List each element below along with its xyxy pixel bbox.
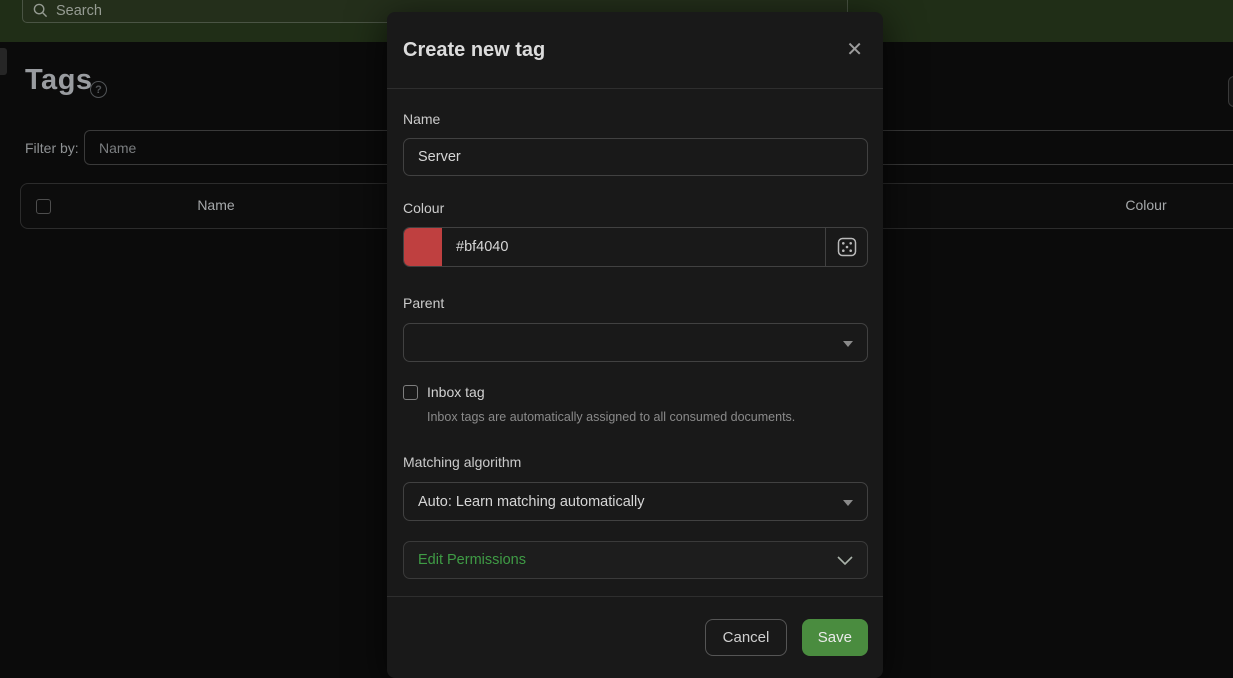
- page-title: Tags: [25, 64, 93, 97]
- close-icon[interactable]: ✕: [844, 38, 865, 62]
- random-colour-button[interactable]: [825, 228, 867, 266]
- colour-swatch: [404, 228, 442, 266]
- colour-input[interactable]: [442, 228, 825, 266]
- edit-permissions-label: Edit Permissions: [418, 552, 526, 568]
- cancel-button[interactable]: Cancel: [705, 619, 788, 656]
- column-header-name[interactable]: Name: [76, 197, 356, 213]
- parent-select[interactable]: [403, 323, 868, 362]
- inbox-tag-row: Inbox tag: [403, 384, 868, 400]
- dice-icon: [837, 237, 857, 257]
- matching-algorithm-value: Auto: Learn matching automatically: [418, 494, 645, 510]
- edge-fragment: [0, 48, 7, 75]
- colour-label: Colour: [403, 200, 868, 216]
- create-tag-modal: Create new tag ✕ Name Colour Parent: [387, 12, 883, 678]
- help-icon[interactable]: ?: [90, 81, 107, 98]
- select-all-checkbox[interactable]: [36, 199, 51, 214]
- modal-header: Create new tag ✕: [387, 12, 883, 89]
- matching-algorithm-label: Matching algorithm: [403, 454, 868, 470]
- modal-footer: Cancel Save: [387, 596, 883, 656]
- modal-title: Create new tag: [403, 39, 545, 62]
- edit-permissions-accordion[interactable]: Edit Permissions: [403, 541, 868, 579]
- name-input[interactable]: [403, 138, 868, 176]
- parent-label: Parent: [403, 295, 868, 311]
- modal-body: Name Colour Parent I: [387, 111, 883, 579]
- save-button[interactable]: Save: [802, 619, 868, 656]
- inbox-tag-label: Inbox tag: [427, 384, 485, 400]
- caret-down-icon: [843, 500, 853, 506]
- matching-algorithm-select[interactable]: Auto: Learn matching automatically: [403, 482, 868, 521]
- filter-by-label: Filter by:: [25, 140, 79, 156]
- caret-down-icon: [843, 341, 853, 347]
- inbox-tag-hint: Inbox tags are automatically assigned to…: [427, 410, 868, 424]
- inbox-tag-checkbox[interactable]: [403, 385, 418, 400]
- search-icon: [33, 3, 48, 18]
- name-label: Name: [403, 111, 868, 127]
- clipped-toolbar-button[interactable]: [1228, 76, 1233, 107]
- column-header-colour[interactable]: Colour: [1086, 197, 1206, 213]
- colour-input-group: [403, 227, 868, 267]
- chevron-down-icon: [837, 556, 853, 565]
